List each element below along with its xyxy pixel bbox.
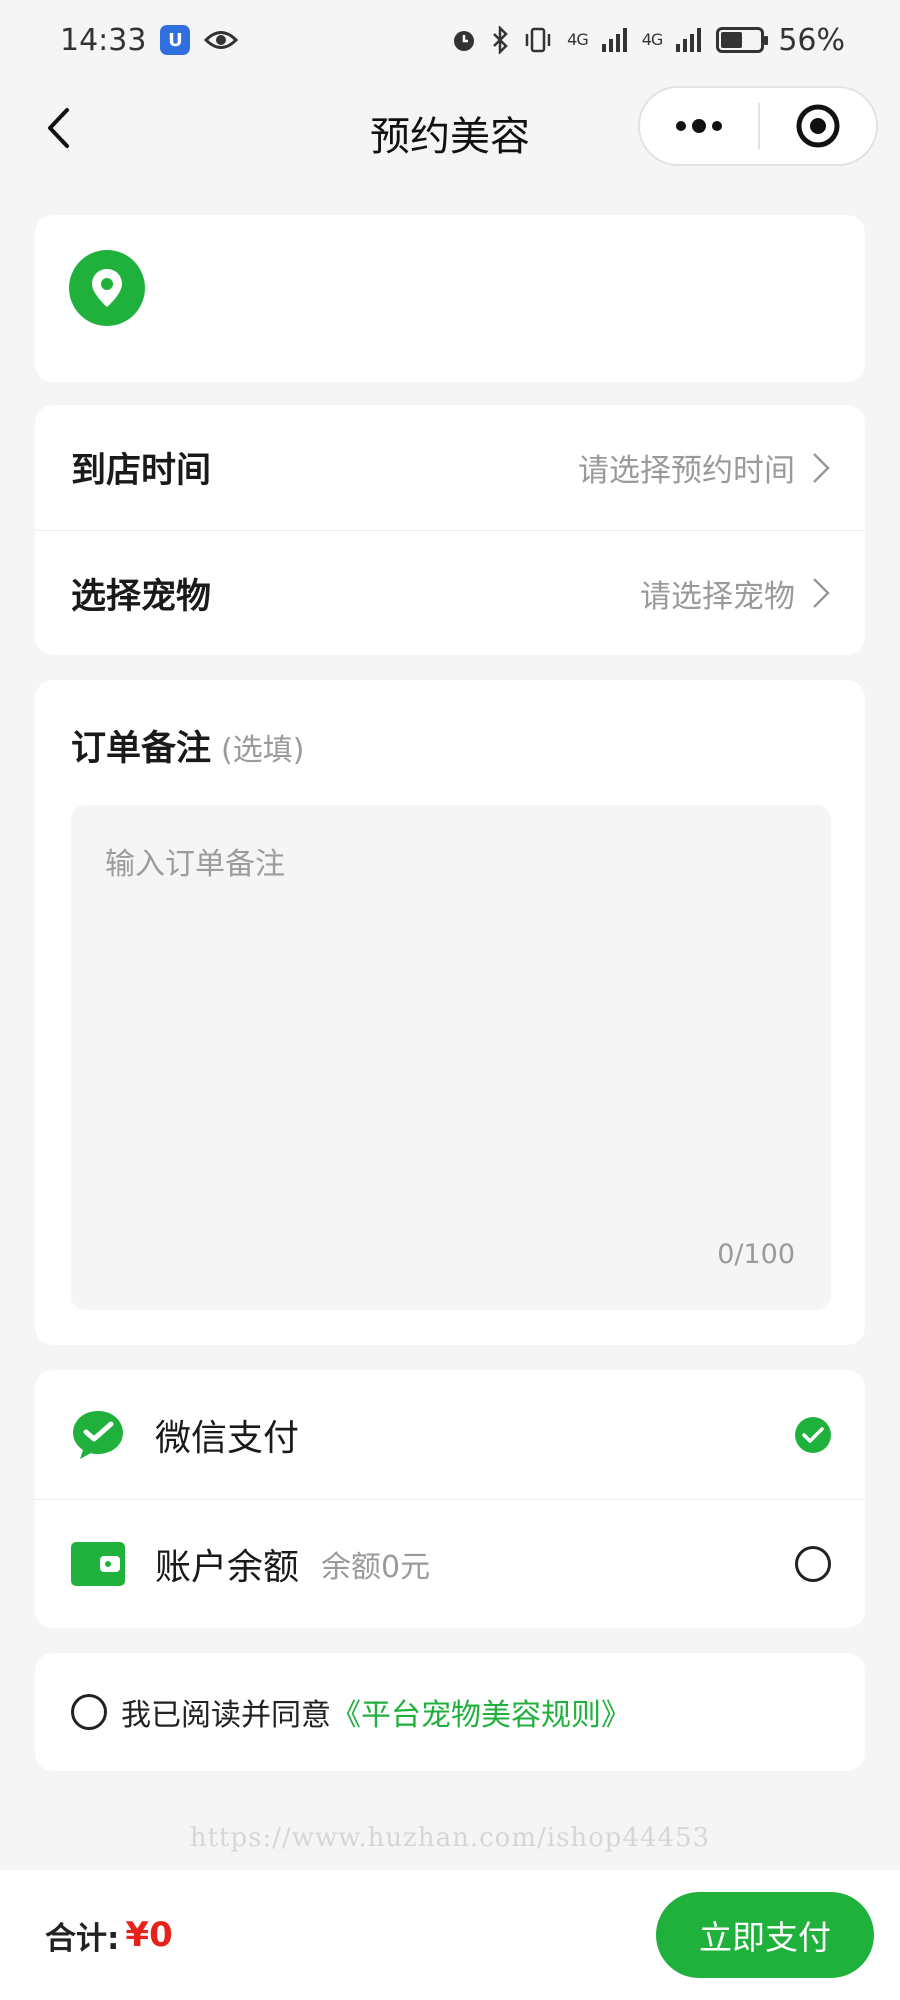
watermark-text: https://www.huzhan.com/ishop44453: [189, 1823, 711, 1853]
wallet-icon: [69, 1537, 127, 1591]
close-mini-program-button[interactable]: [760, 88, 876, 164]
agreement-rules-link[interactable]: 《平台宠物美容规则》: [331, 1690, 631, 1734]
remark-title: 订单备注 (选填): [71, 720, 304, 771]
signal-2-icon: [676, 28, 702, 52]
eye-icon: [204, 31, 239, 49]
wechat-pay-label: 微信支付: [155, 1417, 300, 1459]
bluetooth-icon: [493, 26, 508, 54]
status-bar: 14:33 U 4G 4G 56%: [0, 0, 900, 80]
location-pin-icon: [69, 250, 145, 326]
wechat-pay-radio-checked[interactable]: [795, 1416, 831, 1453]
battery-percent: 56%: [778, 22, 845, 58]
vibrate-icon: [525, 27, 551, 53]
more-button[interactable]: [640, 88, 758, 164]
arrival-time-value: 请选择预约时间: [578, 453, 795, 489]
status-time: 14:33: [60, 22, 147, 58]
agreement-text: 我已阅读并同意: [121, 1698, 331, 1733]
check-icon: [802, 1426, 824, 1443]
remark-input[interactable]: [71, 805, 831, 1310]
battery-icon: [716, 27, 769, 53]
arrival-time-row[interactable]: 到店时间 请选择预约时间: [35, 405, 865, 530]
target-circle-icon: [796, 104, 840, 148]
battery-fill: [721, 32, 743, 48]
account-balance-label: 账户余额: [155, 1547, 300, 1588]
total-amount: ¥0: [125, 1915, 173, 1955]
select-pet-row[interactable]: 选择宠物 请选择宠物: [35, 530, 865, 655]
total-label: 合计:: [45, 1920, 120, 1957]
alarm-icon: [454, 31, 475, 51]
wechat-pay-icon: [69, 1408, 127, 1462]
notification-app-icon: U: [160, 25, 191, 55]
remark-box: 0/100: [71, 805, 831, 1310]
nav-bar: 预约美容: [0, 80, 900, 180]
select-pet-label: 选择宠物: [71, 576, 212, 617]
select-pet-value: 请选择宠物: [640, 578, 795, 615]
agreement-card: 我已阅读并同意 《平台宠物美容规则》: [35, 1653, 865, 1771]
account-balance-option[interactable]: 账户余额 余额0元: [35, 1499, 865, 1628]
signal-1-network: 4G: [567, 30, 589, 49]
arrival-time-label: 到店时间: [71, 451, 212, 491]
remark-title-text: 订单备注: [71, 729, 212, 769]
wechat-pay-option[interactable]: 微信支付: [35, 1370, 865, 1499]
account-balance-amount: 余额0元: [321, 1550, 431, 1585]
pay-now-button[interactable]: 立即支付: [656, 1892, 874, 1978]
mini-program-capsule: [638, 86, 878, 166]
store-address-card[interactable]: [35, 215, 865, 382]
signal-1-icon: [601, 28, 627, 52]
account-balance-radio[interactable]: [795, 1546, 831, 1582]
remark-char-count: 0/100: [717, 1239, 795, 1270]
chevron-right-icon: [813, 452, 830, 483]
checkout-footer: 合计: ¥0 立即支付: [0, 1870, 900, 2000]
more-dots-icon: [676, 119, 722, 133]
status-left: 14:33 U: [60, 22, 239, 58]
payment-method-card: 微信支付 账户余额 余额0元: [35, 1370, 865, 1628]
signal-2-network: 4G: [641, 30, 664, 49]
chevron-right-icon: [813, 578, 830, 608]
remark-optional-hint: (选填): [221, 733, 305, 768]
agreement-radio[interactable]: [71, 1694, 107, 1730]
booking-options-card: 到店时间 请选择预约时间 选择宠物 请选择宠物: [35, 405, 865, 655]
order-remark-card: 订单备注 (选填) 0/100: [35, 680, 865, 1345]
status-right: 4G 4G 56%: [451, 23, 845, 58]
